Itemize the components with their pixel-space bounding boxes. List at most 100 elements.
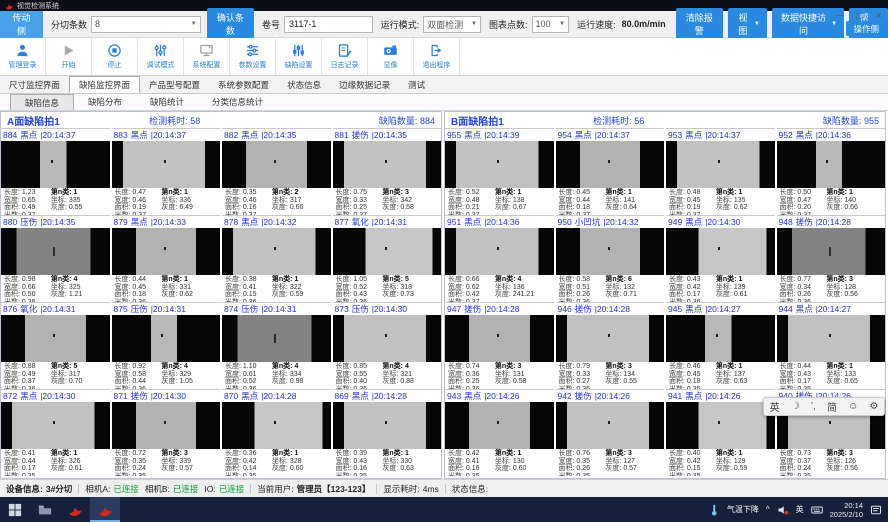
view-menu-button[interactable]: 视图 ▼ bbox=[728, 8, 767, 40]
defect-image[interactable] bbox=[445, 228, 554, 275]
moon-icon[interactable]: ☽ bbox=[791, 401, 800, 412]
tab-test[interactable]: 测试 bbox=[399, 76, 434, 93]
defect-card[interactable]: 871 搓伤 |20:14:30 长度: 0.72 宽度: 0.35 面积: 0… bbox=[112, 389, 221, 476]
log-record-button[interactable]: 日志记录 bbox=[322, 38, 368, 75]
defect-card[interactable]: 945 黑点 |20:14:27 长度: 0.46 宽度: 0.45 面积: 0… bbox=[666, 302, 775, 389]
tab-size-monitor[interactable]: 尺寸监控界面 bbox=[0, 76, 69, 93]
maximize-button[interactable]: ▢ bbox=[856, 11, 864, 20]
tab-system-param-config[interactable]: 系统参数配置 bbox=[209, 76, 278, 93]
defect-card[interactable]: 941 黑点 |20:14:26 长度: 0.40 宽度: 0.42 面积: 0… bbox=[666, 389, 775, 476]
defect-card[interactable]: 950 小凹坑 |20:14:32 长度: 0.58 宽度: 0.51 面积: … bbox=[556, 215, 665, 302]
defect-image[interactable] bbox=[112, 402, 221, 449]
defect-image[interactable] bbox=[777, 315, 886, 362]
clear-alarm-button[interactable]: 清除报警 bbox=[676, 8, 723, 40]
app-taskbar-icon-2-active[interactable] bbox=[90, 497, 120, 522]
thermometer-icon[interactable] bbox=[708, 504, 720, 516]
defect-card[interactable]: 952 黑点 |20:14:36 长度: 0.50 宽度: 0.47 面积: 0… bbox=[777, 128, 886, 215]
emoji-icon[interactable]: ☺ bbox=[848, 401, 858, 412]
defect-image[interactable] bbox=[333, 228, 442, 275]
defect-image[interactable] bbox=[222, 228, 331, 275]
chart-points-select[interactable]: 100 ▼ bbox=[532, 16, 570, 33]
touch-keyboard-icon[interactable] bbox=[811, 504, 823, 516]
taskbar-clock[interactable]: 20:14 2025/2/10 bbox=[830, 501, 863, 519]
defect-card[interactable]: 955 黑点 |20:14:39 长度: 0.52 宽度: 0.48 面积: 0… bbox=[445, 128, 554, 215]
admin-login-button[interactable]: 管理登录 bbox=[0, 38, 46, 75]
defect-card[interactable]: 953 黑点 |20:14:37 长度: 0.48 宽度: 0.45 面积: 0… bbox=[666, 128, 775, 215]
start-menu-button[interactable] bbox=[0, 497, 30, 522]
defect-settings-button[interactable]: 缺陷设置 bbox=[276, 38, 322, 75]
defect-image[interactable] bbox=[445, 141, 554, 188]
defect-image[interactable] bbox=[1, 141, 110, 188]
tray-expand-chevron[interactable]: ^ bbox=[766, 505, 770, 514]
subtab-defect-info[interactable]: 缺陷信息 bbox=[10, 94, 74, 110]
defect-card[interactable]: 876 氧化 |20:14:31 长度: 0.88 宽度: 0.49 面积: 0… bbox=[1, 302, 110, 389]
parameter-settings-button[interactable]: 参数设置 bbox=[230, 38, 276, 75]
defect-image[interactable] bbox=[777, 228, 886, 275]
defect-card[interactable]: 948 搓伤 |20:14:28 长度: 0.77 宽度: 0.34 面积: 0… bbox=[777, 215, 886, 302]
defect-image[interactable] bbox=[666, 141, 775, 188]
defect-card[interactable]: 944 黑点 |20:14:27 长度: 0.44 宽度: 0.43 面积: 0… bbox=[777, 302, 886, 389]
ime-language-indicator[interactable]: 英 bbox=[796, 504, 804, 515]
defect-card[interactable]: 882 黑点 |20:14:35 长度: 0.35 宽度: 0.46 面积: 0… bbox=[222, 128, 331, 215]
defect-card[interactable]: 881 搓伤 |20:14:35 长度: 0.75 宽度: 0.33 面积: 0… bbox=[333, 128, 442, 215]
defect-image[interactable] bbox=[445, 402, 554, 449]
defect-image[interactable] bbox=[333, 141, 442, 188]
defect-image[interactable] bbox=[222, 315, 331, 362]
defect-image[interactable] bbox=[556, 402, 665, 449]
subtab-class-info-statistics[interactable]: 分类信息统计 bbox=[198, 94, 277, 110]
defect-card[interactable]: 874 压伤 |20:14:31 长度: 1.10 宽度: 0.61 面积: 0… bbox=[222, 302, 331, 389]
defect-card[interactable]: 873 压伤 |20:14:30 长度: 0.85 宽度: 0.55 面积: 0… bbox=[333, 302, 442, 389]
defect-image[interactable] bbox=[556, 315, 665, 362]
defect-card[interactable]: 869 黑点 |20:14:28 长度: 0.39 宽度: 0.43 面积: 0… bbox=[333, 389, 442, 476]
defect-card[interactable]: 870 黑点 |20:14:28 长度: 0.36 宽度: 0.42 面积: 0… bbox=[222, 389, 331, 476]
ime-english-toggle[interactable]: 英 bbox=[770, 399, 780, 414]
defect-card[interactable]: 954 黑点 |20:14:37 长度: 0.45 宽度: 0.44 面积: 0… bbox=[556, 128, 665, 215]
ime-simplified-toggle[interactable]: 简 bbox=[827, 399, 837, 414]
slit-count-select[interactable]: 8 ▼ bbox=[91, 16, 201, 33]
defect-image[interactable] bbox=[1, 402, 110, 449]
defect-card[interactable]: 949 黑点 |20:14:30 长度: 0.43 宽度: 0.42 面积: 0… bbox=[666, 215, 775, 302]
defect-image[interactable] bbox=[556, 141, 665, 188]
defect-image[interactable] bbox=[333, 402, 442, 449]
volume-muted-icon[interactable] bbox=[777, 504, 789, 516]
defect-image[interactable] bbox=[112, 315, 221, 362]
exit-program-button[interactable]: 退出程序 bbox=[414, 38, 460, 75]
defect-image[interactable] bbox=[666, 402, 775, 449]
defect-image[interactable] bbox=[445, 315, 554, 362]
quick-access-menu-button[interactable]: 数据快捷访问 ▼ bbox=[772, 8, 844, 40]
defect-image[interactable] bbox=[333, 315, 442, 362]
roll-number-input[interactable]: 3117-1 bbox=[284, 16, 373, 33]
subtab-defect-statistics[interactable]: 缺陷统计 bbox=[136, 94, 198, 110]
defect-card[interactable]: 951 黑点 |20:14:36 长度: 0.66 宽度: 0.62 面积: 0… bbox=[445, 215, 554, 302]
minimize-button[interactable]: — bbox=[836, 11, 844, 20]
defect-card[interactable]: 883 黑点 |20:14:37 长度: 0.47 宽度: 0.46 面积: 0… bbox=[112, 128, 221, 215]
defect-card[interactable]: 942 搓伤 |20:14:26 长度: 0.76 宽度: 0.35 面积: 0… bbox=[556, 389, 665, 476]
defect-image[interactable] bbox=[1, 228, 110, 275]
defect-card[interactable]: 943 黑点 |20:14:26 长度: 0.42 宽度: 0.41 面积: 0… bbox=[445, 389, 554, 476]
defect-card[interactable]: 877 氧化 |20:14:31 长度: 1.05 宽度: 0.52 面积: 0… bbox=[333, 215, 442, 302]
defect-image[interactable] bbox=[666, 228, 775, 275]
notification-center-icon[interactable] bbox=[870, 504, 882, 516]
defect-image[interactable] bbox=[666, 315, 775, 362]
defect-image[interactable] bbox=[1, 315, 110, 362]
defect-card[interactable]: 875 压伤 |20:14:31 长度: 0.92 宽度: 0.58 面积: 0… bbox=[112, 302, 221, 389]
tab-edge-data-record[interactable]: 边缘数据记录 bbox=[330, 76, 399, 93]
ime-punctuation-toggle[interactable]: ’, bbox=[811, 401, 816, 412]
defect-image[interactable] bbox=[222, 141, 331, 188]
system-config-button[interactable]: 系统配置 bbox=[184, 38, 230, 75]
defect-image[interactable] bbox=[112, 141, 221, 188]
defect-image[interactable] bbox=[222, 402, 331, 449]
debug-mode-button[interactable]: 调试模式 bbox=[138, 38, 184, 75]
start-button[interactable]: 开始 bbox=[46, 38, 92, 75]
tab-defect-monitor[interactable]: 缺陷监控界面 bbox=[69, 76, 140, 93]
tab-status-info[interactable]: 状态信息 bbox=[278, 76, 330, 93]
subtab-defect-distribution[interactable]: 缺陷分布 bbox=[74, 94, 136, 110]
gear-icon[interactable]: ⚙ bbox=[869, 401, 878, 412]
confirm-count-button[interactable]: 确认条数 bbox=[207, 8, 254, 40]
tab-product-model-config[interactable]: 产品型号配置 bbox=[140, 76, 209, 93]
weather-text[interactable]: 气温下降 bbox=[727, 504, 759, 515]
operation-side-button[interactable]: 操作侧 bbox=[846, 21, 886, 36]
app-taskbar-icon-1[interactable] bbox=[60, 497, 90, 522]
imaging-button[interactable]: 显像 bbox=[368, 38, 414, 75]
close-button[interactable]: ✕ bbox=[875, 11, 882, 20]
